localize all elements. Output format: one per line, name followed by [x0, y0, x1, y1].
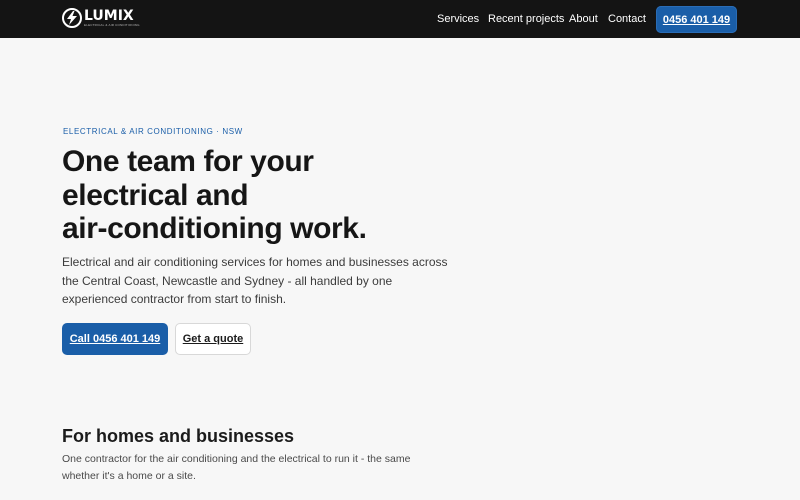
- nav-link-contact[interactable]: Contact: [608, 13, 646, 25]
- logo[interactable]: LUMIX ELECTRICAL & AIR CONDITIONING: [62, 8, 140, 28]
- call-button[interactable]: Call 0456 401 149: [62, 323, 168, 355]
- hero-description-line: the Central Coast, Newcastle and Sydney …: [62, 273, 393, 288]
- hero-title: One team for your electrical and air-con…: [62, 145, 442, 246]
- logo-tagline: ELECTRICAL & AIR CONDITIONING: [84, 23, 140, 27]
- logo-name: LUMIX: [84, 8, 134, 24]
- lightning-bolt-icon: [62, 8, 82, 28]
- header-phone-button[interactable]: 0456 401 149: [656, 6, 737, 33]
- get-quote-button[interactable]: Get a quote: [175, 323, 251, 355]
- hero-description-line: Electrical and air conditioning services…: [62, 255, 448, 269]
- nav-link-recent-projects[interactable]: Recent projects: [488, 13, 564, 25]
- section-description: One contractor for the air conditioning …: [62, 451, 442, 484]
- nav-link-services[interactable]: Services: [437, 13, 479, 25]
- hero-description-line: experienced contractor from start to fin…: [62, 292, 287, 306]
- site-header: LUMIX ELECTRICAL & AIR CONDITIONING Serv…: [0, 0, 800, 38]
- logo-text: LUMIX ELECTRICAL & AIR CONDITIONING: [84, 9, 140, 27]
- section-title: For homes and businesses: [62, 426, 295, 446]
- nav-link-about[interactable]: About: [569, 13, 598, 25]
- hero-eyebrow: ELECTRICAL & AIR CONDITIONING · NSW: [63, 127, 243, 136]
- hero-title-line: electrical and: [62, 178, 249, 212]
- hero-title-line: air-conditioning work.: [62, 212, 367, 245]
- hero-title-line: One team for your: [62, 145, 314, 178]
- section-description-line: whether it's a home or a site.: [62, 469, 196, 482]
- section-description-line: One contractor for the air conditioning …: [62, 453, 411, 465]
- hero-description: Electrical and air conditioning services…: [62, 253, 448, 309]
